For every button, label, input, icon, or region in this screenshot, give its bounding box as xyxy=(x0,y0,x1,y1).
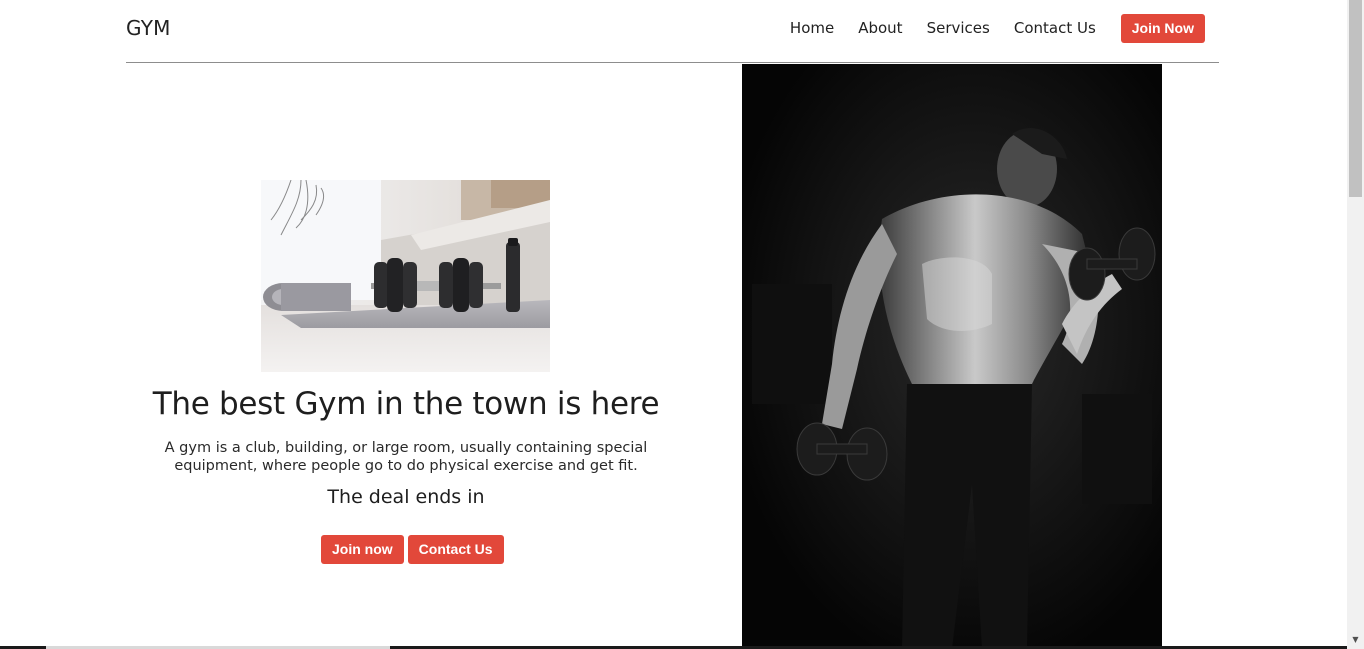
dumbbells-photo xyxy=(261,180,550,372)
hero-title: The best Gym in the town is here xyxy=(152,386,660,422)
page-scrollbar[interactable]: ▼ xyxy=(1347,0,1364,649)
brand-logo[interactable]: GYM xyxy=(126,16,171,40)
main-nav: Home About Services Contact Us Join Now xyxy=(790,14,1205,43)
deal-countdown-label: The deal ends in xyxy=(327,486,485,508)
header-divider xyxy=(126,62,1219,63)
bodybuilder-photo-illustration xyxy=(742,64,1162,649)
contact-us-button[interactable]: Contact Us xyxy=(407,535,504,564)
nav-about[interactable]: About xyxy=(858,14,902,43)
join-now-button[interactable]: Join now xyxy=(321,535,404,564)
hero-description: A gym is a club, building, or large room… xyxy=(164,440,648,474)
page: GYM Home About Services Contact Us Join … xyxy=(0,0,1364,649)
dumbbells-photo-illustration xyxy=(261,180,550,372)
hero-cta-row: Join now Contact Us xyxy=(321,535,504,564)
scroll-down-arrow-icon[interactable]: ▼ xyxy=(1347,633,1364,647)
hero-left-column: The best Gym in the town is here A gym i… xyxy=(126,64,686,649)
nav-services[interactable]: Services xyxy=(927,14,990,43)
scrollbar-thumb[interactable] xyxy=(1349,0,1362,197)
join-now-header-button[interactable]: Join Now xyxy=(1120,14,1205,43)
nav-contact-us[interactable]: Contact Us xyxy=(1014,14,1096,43)
bodybuilder-photo xyxy=(742,64,1162,649)
nav-home[interactable]: Home xyxy=(790,14,834,43)
